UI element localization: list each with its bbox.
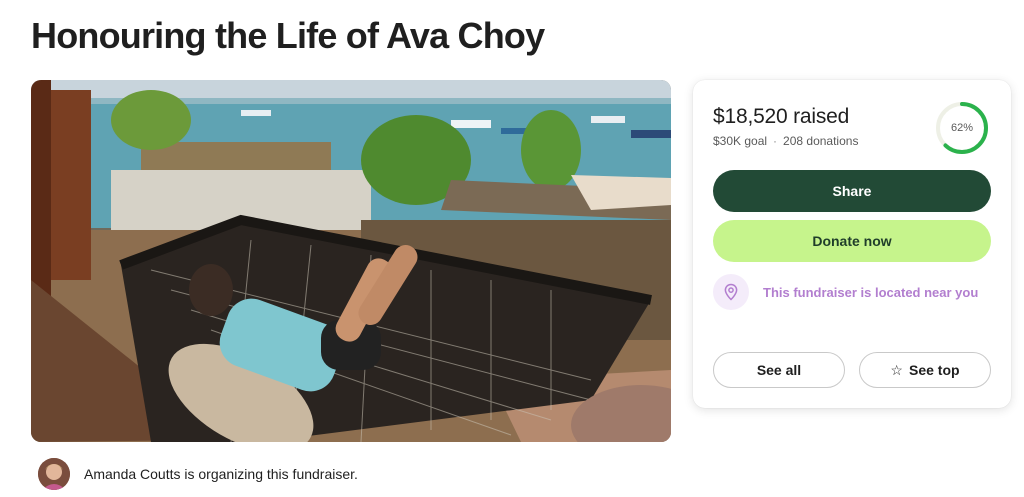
see-top-label: See top [908,362,960,378]
location-pin-icon [713,274,749,310]
hero-image[interactable] [31,80,671,442]
goal-line: $30K goal · 208 donations [713,134,858,148]
star-icon: ☆ [890,361,903,378]
see-all-button[interactable]: See all [713,352,845,388]
progress-percent: 62% [950,122,974,134]
page-title: Honouring the Life of Ava Choy [31,15,545,56]
donation-count: 208 donations [783,134,859,148]
location-notice-text: This fundraiser is located near you [763,284,979,300]
see-top-button[interactable]: ☆ See top [859,352,991,388]
progress-ring: 62% [934,100,990,156]
fundraiser-page: Honouring the Life of Ava Choy Amanda Co… [0,0,1024,497]
location-notice: This fundraiser is located near you [713,274,979,310]
organizer-avatar[interactable] [38,458,70,490]
avatar-photo [38,458,70,490]
amount-raised: $18,520 raised [713,105,850,128]
hero-photo [31,80,671,442]
organizer-text: Amanda Coutts is organizing this fundrai… [84,466,358,482]
share-button[interactable]: Share [713,170,991,212]
see-all-label: See all [756,362,802,378]
separator: · [773,134,778,148]
donation-card: $18,520 raised $30K goal · 208 donations… [693,80,1011,408]
donate-now-button[interactable]: Donate now [713,220,991,262]
goal-amount: $30K goal [713,134,768,148]
organizer: Amanda Coutts is organizing this fundrai… [38,458,358,490]
